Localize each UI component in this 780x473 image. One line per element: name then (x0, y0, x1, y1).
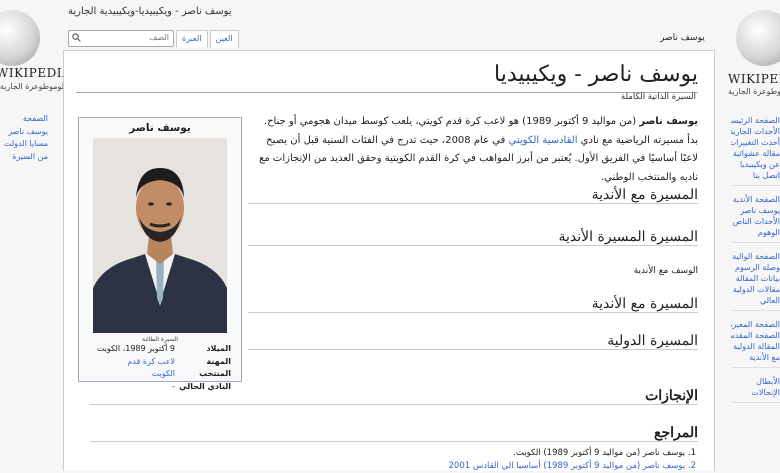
left-wordmark: WIKIPEDIA (0, 66, 72, 80)
player-photo[interactable] (93, 138, 227, 333)
left-nav-item[interactable]: مسايا الدولت (0, 138, 48, 151)
right-nav-group: الصفحة الوالية وصلة الرسوم بيانات المقالة م… (731, 251, 780, 311)
left-nav-item[interactable]: يوسف ناصر (0, 126, 48, 139)
section-heading-club-career-3: المسيرة مع الأندية (248, 296, 698, 313)
wikipedia-globe-icon (736, 10, 780, 66)
right-nav-item[interactable]: وصلة الرسوم (731, 262, 780, 273)
left-wikipedia-logo[interactable]: WIKIPEDIA ملوموطوعرة الجارية (0, 10, 71, 91)
infobox-value: - (172, 381, 175, 391)
top-right-page-label: يوسف ناصر (660, 33, 705, 43)
right-nav-item[interactable]: يوسف ناصر (731, 205, 780, 216)
infobox-label: النادي الحالي (179, 381, 231, 391)
right-nav-item[interactable]: الأبطال (731, 376, 780, 387)
infobox-row-current-club: النادي الحالي - (87, 381, 235, 394)
right-nav-item[interactable]: اتصل بنا (731, 170, 780, 181)
search-placeholder: الصف (149, 33, 169, 42)
player-portrait-image (93, 138, 227, 333)
left-sidebar-nav: الصفحة يوسف ناصر مسايا الدولت من السيرة (0, 113, 48, 163)
intro-bold-name: يوسف ناصر (639, 116, 698, 127)
infobox-label: المهنة (206, 356, 231, 366)
right-nav-item[interactable]: الأحداث الجارية (731, 126, 780, 137)
infobox-row-occupation: المهنة لاعب كرة قدم (87, 356, 235, 369)
left-nav-item[interactable]: من السيرة (0, 151, 48, 164)
right-nav-item[interactable]: الصفحة الأندية (731, 194, 780, 205)
right-nav-item[interactable]: بيانات المقالة (731, 273, 780, 284)
club-link[interactable]: القادسية الكويتي (509, 135, 578, 146)
right-nav-group: الأبطال الإنجالات (731, 376, 780, 403)
infobox-label: الميلاد (206, 344, 231, 353)
window-title: يوسف ناصر - ويكيبيديا-ويكيبيدية الجارية (68, 6, 232, 17)
right-sidebar-nav: الصفحة الرئيسيةالأحداث الجاريةأحدث التغي… (731, 115, 780, 411)
section-paragraph: الوسف مع الأندية (633, 266, 698, 276)
search-input[interactable]: الصف (68, 30, 174, 47)
right-nav-item[interactable]: أحدث التغييرات (731, 137, 780, 148)
right-nav-item[interactable]: عن ويكيبيديا (731, 159, 780, 170)
reference-item[interactable]: 2. يوسف ناصر (من مواليد 9 أكتوبر 1989) أ… (449, 460, 696, 473)
section-heading-club-career: المسيرة مع الأندية (248, 187, 698, 204)
search-icon (72, 33, 81, 42)
intro-paragraph: يوسف ناصر (من مواليد 9 أكتوبر 1989) هو ل… (252, 113, 698, 187)
right-nav-item[interactable]: مقالات الدولية (731, 284, 780, 295)
section-heading-club-career-2: المسيرة المسيرة الأندية (248, 229, 698, 246)
right-wikipedia-logo[interactable]: WIKIPEDIA ملوموطوعرة الجارية (728, 10, 780, 100)
right-nav-item[interactable]: مقالة عشوائية (731, 148, 780, 159)
right-nav-item[interactable]: المقالة الدولية (731, 341, 780, 352)
references-list: 1. يوسف ناصر (من مواليد 9 أكتوبر 1989) ا… (449, 447, 696, 473)
tab-view[interactable]: العين (209, 30, 239, 48)
infobox: يوسف ناصر السيرة الطائنة الميلاد 9 أكتوب… (78, 117, 242, 391)
right-nav-item[interactable]: الوهوم (731, 227, 780, 238)
right-wordmark: WIKIPEDIA (728, 72, 780, 86)
right-nav-item[interactable]: الصفحة الوالية (731, 251, 780, 262)
infobox-value: 9 أكتوبر 1989، الكويت (96, 344, 175, 353)
right-nav-item[interactable]: الصفحة الرئيسية (731, 115, 780, 126)
infobox-value-link[interactable]: لاعب كرة قدم (127, 356, 175, 369)
right-tagline: ملوموطوعرة الجارية (728, 87, 780, 96)
page-title: يوسف ناصر - ويكيبيديا (76, 60, 698, 93)
right-nav-item[interactable]: الصفحة المقدس (731, 330, 780, 341)
infobox-title: يوسف ناصر (129, 122, 191, 134)
right-nav-group: الصفحة الرئيسيةالأحداث الجاريةأحدث التغي… (731, 115, 780, 186)
right-nav-item[interactable]: الإنجالات (731, 387, 780, 398)
infobox-label: المنتخب (199, 369, 231, 378)
left-tagline: ملوموطوعرة الجارية (0, 82, 69, 91)
page-tabs: العبرة العين (176, 30, 239, 48)
infobox-row-national-team: المنتخب الكويت (87, 368, 235, 381)
reference-item[interactable]: 1. يوسف ناصر (من مواليد 9 أكتوبر 1989) ا… (449, 447, 696, 460)
wikipedia-globe-icon (0, 10, 40, 66)
right-nav-group: الصفحة المغيرةالصفحة المقدسالمقالة الدول… (731, 319, 780, 368)
section-heading-references: المراجع (90, 425, 698, 442)
tab-history[interactable]: العبرة (176, 30, 208, 48)
right-nav-item[interactable]: مع الأندية (731, 352, 780, 363)
right-nav-group: الصفحة الأندية يوسف ناصر الأحداث الناص الوه… (731, 194, 780, 243)
left-nav-item[interactable]: الصفحة (0, 113, 48, 126)
section-heading-international: المسيرة الدولية (248, 333, 698, 350)
right-nav-item[interactable]: الأحداث الناص (731, 216, 780, 227)
infobox-value-link[interactable]: الكويت (152, 368, 175, 381)
infobox-photo-caption: السيرة الطائنة (142, 336, 178, 343)
infobox-rows: الميلاد 9 أكتوبر 1989، الكويت المهنة لاع… (87, 343, 235, 393)
page-subtitle: السيرة الذاتية الكاملة (620, 92, 696, 102)
infobox-row-birth: الميلاد 9 أكتوبر 1989، الكويت (87, 343, 235, 356)
right-nav-item[interactable]: العالي (731, 295, 780, 306)
right-nav-item[interactable]: الصفحة المغيرة (731, 319, 780, 330)
